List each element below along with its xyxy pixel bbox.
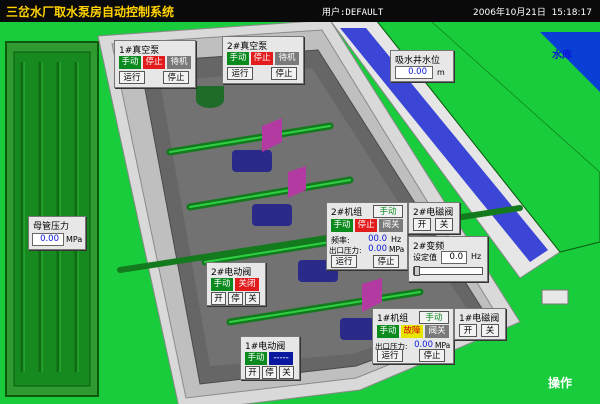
vacuum-pump-2-mode: 手动 <box>227 52 249 65</box>
current-time: 15:18:17 <box>551 8 592 18</box>
unit-2-panel: 2#机组 手动 手动 停止 阀关 频率: 00.0 Hz 出口压力: 0.00 … <box>326 202 408 270</box>
electric-valve-2-close-button[interactable]: 关 <box>245 292 260 305</box>
current-user: 用户:DEFAULT <box>322 8 384 18</box>
vacuum-pump-2-standby-status: 待机 <box>275 52 299 65</box>
unit-2-mode-status: 手动 <box>331 219 353 232</box>
solenoid-valve-1-close-button[interactable]: 关 <box>481 324 499 337</box>
vacuum-pump-2-stop-status: 停止 <box>251 52 273 65</box>
unit-2-stop-status: 停止 <box>355 219 377 232</box>
electric-valve-1-mode: 手动 <box>245 352 267 365</box>
solenoid-valve-1-title: 1#电磁阀 <box>459 314 500 324</box>
solenoid-valve-2-close-button[interactable]: 关 <box>435 218 453 231</box>
vfd-2-setpoint-value: 0.0 <box>449 252 463 262</box>
vacuum-pump-2-stop-button[interactable]: 停止 <box>271 67 297 80</box>
solenoid-valve-2-title: 2#电磁阀 <box>413 208 454 218</box>
electric-valve-2-stop-button[interactable]: 停 <box>228 292 243 305</box>
solenoid-valve-2-panel: 2#电磁阀 开 关 <box>408 202 460 234</box>
unit-2-frequency-value: 00.0 <box>368 234 387 244</box>
vfd-2-setpoint-label: 设定值 <box>413 253 437 262</box>
header-pressure-panel: 母管压力 0.00 MPa <box>28 216 86 250</box>
vfd-2-panel: 2#变频 设定值 0.0 Hz <box>408 236 488 282</box>
unit-2-title: 2#机组 <box>331 208 363 218</box>
reservoir-label: 水库 <box>552 50 572 61</box>
vacuum-pump-2-title: 2#真空泵 <box>227 42 268 52</box>
unit-2-frequency-unit: Hz <box>391 235 402 244</box>
electric-valve-1-open-button[interactable]: 开 <box>245 366 260 379</box>
solenoid-valve-2-open-button[interactable]: 开 <box>413 218 431 231</box>
current-date: 2006年10月21日 <box>473 8 546 18</box>
electric-valve-2-status: 关闭 <box>235 278 259 291</box>
unit-2-stop-button[interactable]: 停止 <box>373 255 399 268</box>
unit-1-fault-status: 故障 <box>401 325 423 338</box>
vacuum-pump-2-panel: 2#真空泵 手动 停止 待机 运行 停止 <box>222 36 304 84</box>
unit-1-valve-status: 阀关 <box>425 325 449 338</box>
unit-2-run-button[interactable]: 运行 <box>331 255 357 268</box>
scada-window: 三岔水厂取水泵房自动控制系统 用户:DEFAULT 2006年10月21日 15… <box>0 0 600 404</box>
electric-valve-2-panel: 2#电动阀 手动 关闭 开 停 关 <box>206 262 266 306</box>
vfd-2-unit: Hz <box>471 252 482 261</box>
electric-valve-1-panel: 1#电动阀 手动 ----- 开 停 关 <box>240 336 300 380</box>
status-indicator <box>541 289 569 305</box>
suction-level-title: 吸水井水位 <box>395 56 441 66</box>
electric-valve-2-title: 2#电动阀 <box>211 268 252 278</box>
unit-1-title: 1#机组 <box>377 314 409 324</box>
vacuum-pump-1-title: 1#真空泵 <box>119 46 160 56</box>
vacuum-pump-2-run-button[interactable]: 运行 <box>227 67 253 80</box>
unit-1-mode-status: 手动 <box>377 325 399 338</box>
vacuum-pump-1-stop-button[interactable]: 停止 <box>163 71 189 84</box>
suction-level-unit: m <box>437 68 445 77</box>
vacuum-pump-1-mode: 手动 <box>119 56 141 69</box>
electric-valve-2-mode: 手动 <box>211 278 233 291</box>
vfd-2-setpoint-slider[interactable] <box>413 266 483 276</box>
unit-1-run-button[interactable]: 运行 <box>377 349 403 362</box>
unit-1-panel: 1#机组 手动 手动 故障 阀关 出口压力: 0.00 MPa 运行 停止 <box>372 308 454 364</box>
solenoid-valve-1-panel: 1#电磁阀 开 关 <box>454 308 506 340</box>
header-pressure-value: 0.00 <box>40 234 59 244</box>
vacuum-pump-1-run-button[interactable]: 运行 <box>119 71 145 84</box>
header-pressure-title: 母管压力 <box>33 222 70 232</box>
electric-valve-1-close-button[interactable]: 关 <box>279 366 294 379</box>
unit-2-valve-status: 阀关 <box>379 219 403 232</box>
electric-valve-1-status: ----- <box>269 352 293 365</box>
title-bar: 三岔水厂取水泵房自动控制系统 用户:DEFAULT 2006年10月21日 15… <box>0 0 600 22</box>
vacuum-pump-1-standby-status: 待机 <box>167 56 191 69</box>
operate-button[interactable]: 操作 <box>548 374 572 391</box>
electric-valve-1-title: 1#电动阀 <box>245 342 286 352</box>
electric-valve-1-stop-button[interactable]: 停 <box>262 366 277 379</box>
unit-2-pressure-unit: MPa <box>389 245 405 254</box>
datetime: 2006年10月21日 15:18:17 <box>473 5 592 18</box>
unit-2-pressure-value: 0.00 <box>368 244 387 254</box>
vfd-2-title: 2#变频 <box>413 242 445 252</box>
electric-valve-2-open-button[interactable]: 开 <box>211 292 226 305</box>
vacuum-pump-1-stop-status: 停止 <box>143 56 165 69</box>
unit-2-mode-badge: 手动 <box>373 205 403 218</box>
app-title: 三岔水厂取水泵房自动控制系统 <box>6 5 175 19</box>
vfd-2-slider-thumb[interactable] <box>414 266 420 276</box>
solenoid-valve-1-open-button[interactable]: 开 <box>459 324 477 337</box>
unit-1-stop-button[interactable]: 停止 <box>419 349 445 362</box>
suction-level-panel: 吸水井水位 0.00 m <box>390 50 454 82</box>
suction-level-value: 0.00 <box>408 67 427 77</box>
vacuum-pump-1-panel: 1#真空泵 手动 停止 待机 运行 停止 <box>114 40 196 88</box>
header-pressure-unit: MPa <box>66 235 83 244</box>
unit-1-mode-badge: 手动 <box>419 311 449 324</box>
